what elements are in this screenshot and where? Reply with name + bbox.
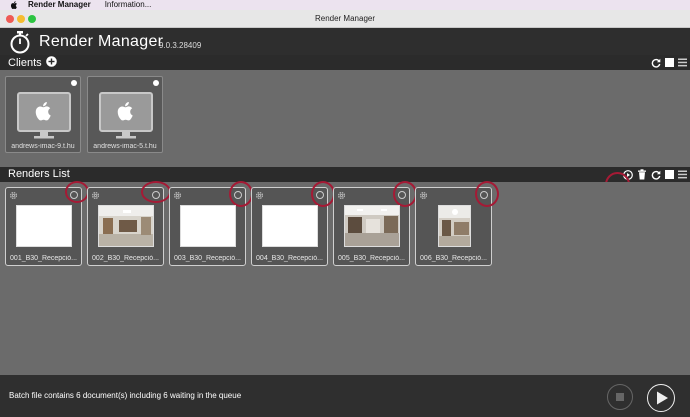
status-highlight-ring bbox=[311, 181, 335, 207]
status-highlight-ring bbox=[141, 181, 171, 203]
room-interior-image bbox=[439, 206, 470, 246]
status-highlight-ring bbox=[229, 181, 253, 207]
renders-title: Renders List bbox=[8, 168, 70, 180]
status-bar: Batch file contains 6 document(s) includ… bbox=[0, 375, 690, 417]
render-thumbnail bbox=[262, 205, 318, 247]
client-name: andrews-imac-5.t.hu bbox=[93, 143, 157, 150]
status-highlight-ring bbox=[65, 181, 89, 203]
render-card[interactable]: 003_B30_Recepció... bbox=[169, 181, 253, 266]
clients-title: Clients bbox=[8, 56, 57, 69]
status-highlight-ring bbox=[475, 181, 499, 207]
app-header: Render Manager 9.0.3.28409 bbox=[0, 28, 690, 55]
render-card[interactable]: 005_B30_Recepció... bbox=[333, 181, 417, 266]
menu-item-information[interactable]: Information... bbox=[105, 0, 152, 10]
render-thumbnail bbox=[98, 205, 154, 247]
settings-gear-icon[interactable] bbox=[255, 191, 264, 200]
window-titlebar: Render Manager bbox=[0, 10, 690, 28]
render-thumbnail bbox=[344, 205, 400, 247]
play-button[interactable] bbox=[647, 384, 675, 412]
renders-panel: 001_B30_Recepció... 002_B30_Recepció... … bbox=[0, 181, 690, 375]
clients-section-bar: Clients bbox=[0, 55, 690, 70]
render-card[interactable]: 002_B30_Recepció... bbox=[87, 181, 171, 266]
stopwatch-logo-icon bbox=[10, 31, 30, 54]
render-thumbnail bbox=[180, 205, 236, 247]
client-card[interactable]: andrews-imac-9.t.hu bbox=[5, 76, 81, 153]
refresh-renders-icon[interactable] bbox=[651, 170, 661, 180]
client-card[interactable]: andrews-imac-5.t.hu bbox=[87, 76, 163, 153]
settings-gear-icon[interactable] bbox=[419, 191, 428, 200]
queue-status-text: Batch file contains 6 document(s) includ… bbox=[9, 391, 242, 400]
play-icon bbox=[657, 391, 668, 405]
settings-gear-icon[interactable] bbox=[9, 191, 18, 200]
menu-bar: Render Manager Information... bbox=[0, 0, 690, 10]
render-name: 002_B30_Recepció... bbox=[92, 255, 159, 262]
render-name: 004_B30_Recepció... bbox=[256, 255, 323, 262]
room-interior-image bbox=[345, 206, 399, 246]
minimize-window-button[interactable] bbox=[17, 15, 25, 23]
settings-gear-icon[interactable] bbox=[337, 191, 346, 200]
client-name: andrews-imac-9.t.hu bbox=[11, 143, 75, 150]
window-title: Render Manager bbox=[314, 14, 376, 23]
menu-app-name[interactable]: Render Manager bbox=[28, 0, 91, 10]
status-highlight-ring bbox=[393, 181, 417, 207]
grid-view-icon[interactable] bbox=[665, 170, 674, 179]
close-window-button[interactable] bbox=[6, 15, 14, 23]
render-card[interactable]: 001_B30_Recepció... bbox=[5, 181, 89, 266]
render-thumbnail bbox=[438, 205, 471, 247]
app-window: Render Manager Render Manager 9.0.3.2840… bbox=[0, 10, 690, 417]
apple-menu-icon[interactable] bbox=[10, 1, 18, 9]
maximize-window-button[interactable] bbox=[28, 15, 36, 23]
imac-monitor-icon bbox=[99, 92, 153, 139]
settings-gear-icon[interactable] bbox=[91, 191, 100, 200]
render-name: 001_B30_Recepció... bbox=[10, 255, 77, 262]
renders-section-bar: Renders List bbox=[0, 167, 690, 182]
settings-gear-icon[interactable] bbox=[173, 191, 182, 200]
render-card[interactable]: 004_B30_Recepció... bbox=[251, 181, 335, 266]
imac-monitor-icon bbox=[17, 92, 71, 139]
stop-icon bbox=[616, 393, 624, 401]
clients-panel: andrews-imac-9.t.hu andrews-imac-5.t.hu bbox=[0, 70, 690, 167]
render-thumbnail bbox=[16, 205, 72, 247]
render-card[interactable]: 006_B30_Recepció... bbox=[415, 181, 499, 266]
refresh-clients-icon[interactable] bbox=[651, 58, 661, 68]
client-status-dot bbox=[153, 80, 159, 86]
grid-view-icon[interactable] bbox=[665, 58, 674, 67]
app-title: Render Manager bbox=[39, 33, 164, 50]
render-name: 003_B30_Recepció... bbox=[174, 255, 241, 262]
stop-button[interactable] bbox=[607, 384, 633, 410]
app-version: 9.0.3.28409 bbox=[159, 41, 202, 50]
render-name: 005_B30_Recepció... bbox=[338, 255, 405, 262]
trash-icon[interactable] bbox=[637, 169, 647, 180]
client-status-dot bbox=[71, 80, 77, 86]
clients-title-label: Clients bbox=[8, 57, 42, 69]
render-name: 006_B30_Recepció... bbox=[420, 255, 487, 262]
add-client-icon[interactable] bbox=[45, 56, 57, 67]
list-view-icon[interactable] bbox=[678, 58, 687, 67]
list-view-icon[interactable] bbox=[678, 170, 687, 179]
room-interior-image bbox=[99, 206, 153, 246]
